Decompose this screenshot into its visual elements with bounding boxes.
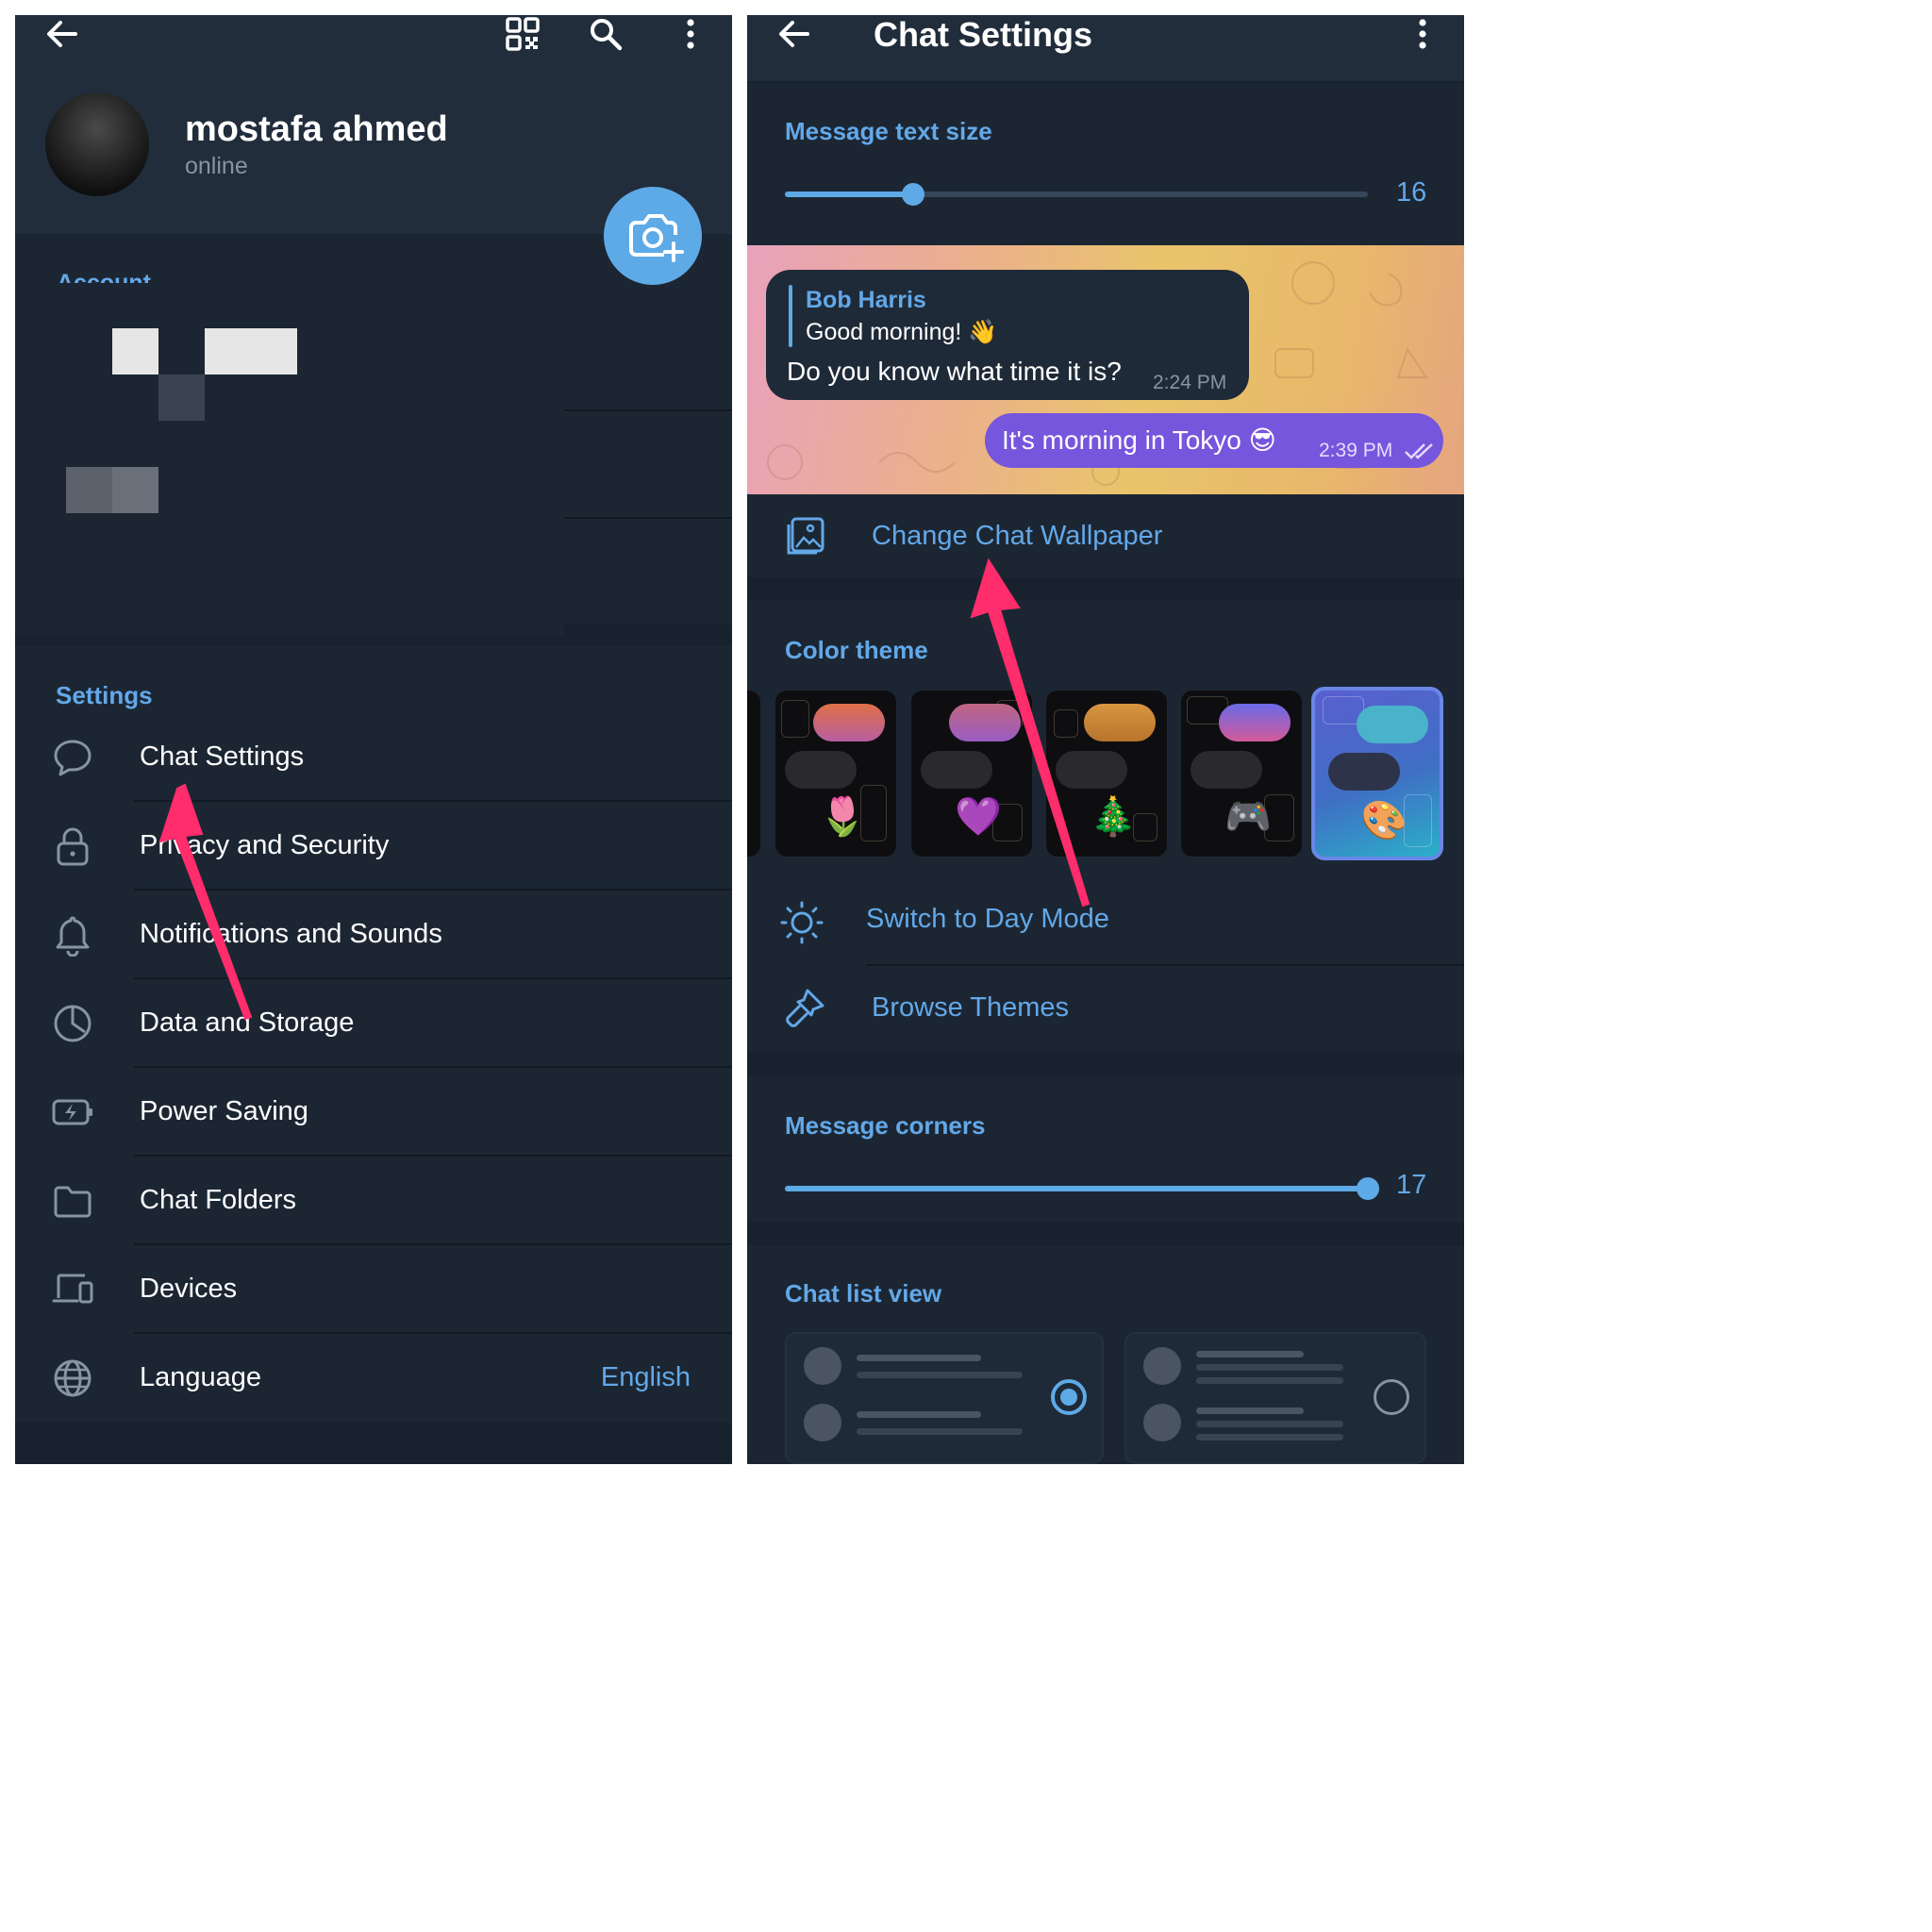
set-photo-button[interactable] — [604, 187, 702, 285]
battery-bolt-icon — [51, 1091, 94, 1134]
settings-item-privacy[interactable]: Privacy and Security — [15, 802, 732, 891]
settings-item-devices[interactable]: Devices — [15, 1245, 732, 1334]
search-icon[interactable] — [589, 17, 623, 51]
redacted-block — [112, 328, 158, 375]
page-title: Chat Settings — [874, 15, 1093, 54]
incoming-message-text: Do you know what time it is? — [787, 357, 1122, 386]
account-section-title: Account — [57, 270, 151, 283]
divider — [564, 409, 732, 411]
theme-preview-bubble — [1328, 753, 1400, 791]
reply-sender-name: Bob Harris — [806, 287, 926, 313]
theme-option[interactable]: 🎮 — [1181, 691, 1302, 857]
lock-icon — [51, 824, 94, 868]
settings-item-label: Chat Settings — [140, 741, 305, 772]
chat-list-option-three-line[interactable] — [1124, 1332, 1426, 1464]
text-size-label: Message text size — [785, 117, 992, 145]
read-checkmarks-icon — [1404, 441, 1436, 460]
settings-item-power-saving[interactable]: Power Saving — [15, 1068, 732, 1157]
browse-themes-label[interactable]: Browse Themes — [872, 992, 1069, 1024]
reply-quote-text: Good morning! 👋 — [806, 319, 998, 345]
theme-emoji: 🌷 — [819, 796, 866, 838]
profile-settings-screen: mostafa ahmed online Account Settings Ch… — [15, 15, 732, 1464]
theme-emoji: 🎨 — [1360, 800, 1407, 841]
redacted-block — [66, 467, 112, 513]
theme-preview-bubble — [1191, 751, 1262, 789]
qr-code-icon[interactable] — [506, 17, 540, 51]
redacted-block — [158, 375, 205, 421]
color-theme-label: Color theme — [785, 636, 928, 664]
sun-icon — [779, 900, 824, 945]
wallpaper-icon — [785, 515, 826, 557]
settings-item-data-storage[interactable]: Data and Storage — [15, 979, 732, 1068]
outgoing-message-time: 2:39 PM — [1319, 440, 1393, 461]
settings-item-label: Language — [140, 1362, 262, 1392]
settings-item-label: Chat Folders — [140, 1185, 297, 1215]
text-size-slider-fill — [785, 192, 913, 197]
message-corners-value: 17 — [1396, 1170, 1427, 1200]
back-arrow-icon[interactable] — [45, 17, 79, 51]
incoming-message-time: 2:24 PM — [1153, 372, 1227, 393]
reply-quote-bar — [789, 285, 792, 347]
more-options-icon[interactable] — [675, 17, 706, 51]
annotation-arrow — [147, 779, 279, 1024]
theme-preview-bubble — [1219, 704, 1291, 741]
redacted-block — [205, 328, 297, 375]
theme-preview-bubble — [813, 704, 885, 741]
divider — [564, 625, 732, 636]
annotation-arrow — [970, 553, 1102, 911]
theme-emoji: 🎮 — [1224, 796, 1272, 838]
theme-preview-bubble — [785, 751, 857, 789]
outgoing-message-text: It's morning in Tokyo 😎 — [1002, 425, 1276, 455]
radio-unselected[interactable] — [1374, 1379, 1409, 1415]
message-corners-slider-fill — [785, 1186, 1368, 1191]
pie-chart-icon — [51, 1002, 94, 1045]
message-corners-slider-thumb[interactable] — [1357, 1177, 1379, 1200]
back-arrow-icon[interactable] — [777, 17, 811, 51]
app-bar — [747, 15, 1464, 81]
folder-icon — [51, 1179, 94, 1223]
chat-list-option-two-line[interactable] — [785, 1332, 1104, 1464]
settings-item-chat-folders[interactable]: Chat Folders — [15, 1157, 732, 1245]
settings-item-label: Devices — [140, 1274, 238, 1304]
chat-list-view-label: Chat list view — [785, 1279, 942, 1307]
redacted-block — [112, 467, 158, 513]
camera-add-icon — [629, 214, 684, 262]
theme-preview-bubble — [1357, 706, 1428, 743]
profile-status: online — [185, 153, 248, 179]
chat-settings-screen: Chat Settings Message text size 16 Bob H… — [747, 15, 1464, 1464]
chat-bubble-icon — [51, 736, 94, 779]
theme-option-selected[interactable]: 🎨 — [1311, 687, 1443, 860]
avatar[interactable] — [45, 92, 149, 196]
divider — [866, 964, 1464, 966]
globe-icon — [51, 1357, 94, 1400]
more-options-icon[interactable] — [1407, 17, 1438, 51]
change-wallpaper-row[interactable]: Change Chat Wallpaper — [747, 494, 1464, 577]
text-size-section: Message text size 16 — [747, 83, 1464, 245]
theme-option[interactable]: 🌷 — [775, 691, 896, 857]
message-corners-label: Message corners — [785, 1111, 986, 1140]
language-value: English — [600, 1362, 691, 1392]
paint-brush-icon — [783, 987, 826, 1030]
message-corners-section: Message corners 17 — [747, 1075, 1464, 1223]
text-size-value: 16 — [1396, 177, 1427, 208]
radio-selected[interactable] — [1051, 1379, 1087, 1415]
theme-option[interactable] — [747, 691, 760, 857]
account-section — [15, 234, 732, 636]
devices-icon — [51, 1268, 94, 1311]
settings-item-language[interactable]: Language English — [15, 1334, 732, 1423]
profile-name: mostafa ahmed — [185, 109, 448, 149]
text-size-slider-thumb[interactable] — [902, 183, 924, 206]
change-wallpaper-label: Change Chat Wallpaper — [872, 521, 1163, 551]
bell-icon — [51, 913, 94, 957]
settings-item-chat-settings[interactable]: Chat Settings — [15, 713, 732, 802]
settings-item-label: Power Saving — [140, 1096, 308, 1126]
settings-section-title: Settings — [56, 681, 153, 709]
settings-item-notifications[interactable]: Notifications and Sounds — [15, 891, 732, 979]
divider — [564, 517, 732, 519]
